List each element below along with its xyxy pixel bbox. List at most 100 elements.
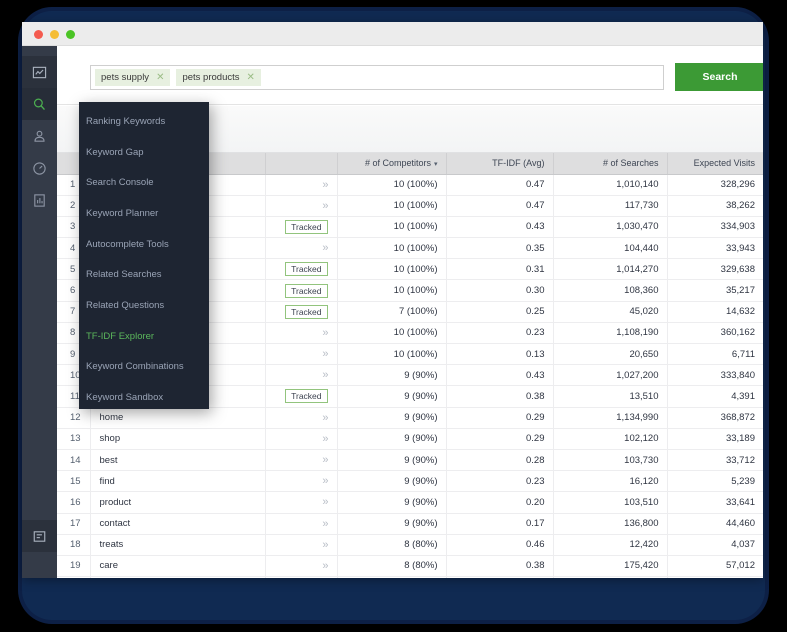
expand-row-icon[interactable]: » — [322, 327, 328, 339]
tracked-badge[interactable]: Tracked — [285, 304, 328, 319]
row-action-cell[interactable]: » — [265, 470, 338, 493]
menu-item-ranking-keywords[interactable]: Ranking Keywords — [79, 106, 209, 137]
table-row[interactable]: 18 treats » 8 (80%) 0.46 12,420 4,037 — [57, 534, 763, 556]
row-visits-cell: 33,712 — [667, 449, 763, 472]
row-competitors-cell: 10 (100%) — [337, 237, 447, 260]
table-row[interactable]: 14 best » 9 (90%) 0.28 103,730 33,712 — [57, 449, 763, 472]
row-action-cell[interactable]: » — [265, 428, 338, 450]
column-header-action[interactable] — [265, 153, 338, 175]
row-action-cell[interactable]: » — [265, 195, 338, 217]
menu-item-related-questions[interactable]: Related Questions — [79, 290, 209, 321]
column-header-visits[interactable]: Expected Visits — [667, 153, 763, 175]
column-header-tfidf[interactable]: TF-IDF (Avg) — [446, 153, 554, 175]
keyword-chip-label: pets products — [182, 72, 240, 83]
tracked-badge[interactable]: Tracked — [285, 219, 328, 234]
expand-row-icon[interactable]: » — [322, 433, 328, 445]
expand-row-icon[interactable]: » — [322, 412, 328, 424]
expand-row-icon[interactable]: » — [322, 560, 328, 572]
table-row[interactable]: 19 care» 8 (80%) 0.38 175,420 57,012 — [57, 555, 763, 578]
row-visits-cell: 329,638 — [667, 258, 763, 281]
column-header-competitors[interactable]: # of Competitors ▾ — [337, 153, 447, 175]
expand-row-icon[interactable]: » — [322, 369, 328, 381]
tracked-badge[interactable]: Tracked — [285, 283, 328, 298]
table-row[interactable]: 16 product » 9 (90%) 0.20 103,510 33,641 — [57, 491, 763, 514]
menu-item-keyword-gap[interactable]: Keyword Gap — [79, 137, 209, 168]
sidebar-item-reports[interactable] — [22, 184, 57, 216]
close-button[interactable] — [34, 30, 43, 39]
menu-item-search-console[interactable]: Search Console — [79, 167, 209, 198]
column-header-searches[interactable]: # of Searches — [553, 153, 668, 175]
tracked-badge[interactable]: Tracked — [285, 389, 328, 404]
search-button[interactable]: Search — [675, 63, 763, 91]
expand-row-icon[interactable]: » — [322, 475, 328, 487]
row-action-cell[interactable]: Tracked — [265, 385, 338, 408]
minimize-button[interactable] — [50, 30, 59, 39]
expand-row-icon[interactable]: » — [322, 242, 328, 254]
row-keyword-cell: shop — [90, 428, 266, 450]
menu-item-autocomplete-tools[interactable]: Autocomplete Tools — [79, 229, 209, 260]
keyword-chip[interactable]: pets supply ✕ — [95, 69, 171, 86]
row-action-cell[interactable]: » — [265, 322, 338, 345]
table-row[interactable]: 13 shop » 9 (90%) 0.29 102,120 33,189 — [57, 428, 763, 450]
search-header: pets supply ✕ pets products ✕ Search — [57, 46, 763, 105]
maximize-button[interactable] — [66, 30, 75, 39]
row-searches-cell: 20,650 — [553, 343, 668, 366]
sidebar-item-competitors[interactable] — [22, 120, 57, 152]
row-searches-cell: 13,510 — [553, 385, 668, 408]
row-competitors-cell: 10 (100%) — [337, 343, 447, 366]
sidebar-item-notes[interactable] — [22, 520, 57, 552]
row-action-cell[interactable]: » — [265, 174, 338, 196]
menu-item-keyword-combinations[interactable]: Keyword Combinations — [79, 352, 209, 383]
row-keyword-cell: contact — [90, 513, 266, 535]
row-tfidf-cell: 0.31 — [446, 258, 554, 281]
row-tfidf-cell: 0.47 — [446, 195, 554, 217]
expand-row-icon[interactable]: » — [322, 200, 328, 212]
sidebar-top-group — [22, 46, 57, 216]
row-action-cell[interactable]: » — [265, 534, 338, 556]
row-action-cell[interactable]: » — [265, 237, 338, 260]
close-icon[interactable]: ✕ — [247, 72, 255, 83]
row-visits-cell: 35,217 — [667, 279, 763, 302]
row-action-cell[interactable]: » — [265, 449, 338, 472]
row-action-cell[interactable]: Tracked — [265, 258, 338, 281]
menu-item-related-searches[interactable]: Related Searches — [79, 259, 209, 290]
menu-item-keyword-planner[interactable]: Keyword Planner — [79, 198, 209, 229]
row-tfidf-cell: 0.28 — [446, 449, 554, 472]
app-window: › pets supply ✕ pets products ✕ Search — [22, 22, 763, 578]
expand-row-icon[interactable]: » — [322, 348, 328, 360]
table-row[interactable]: 20health»8 (80%)0.34106,55034,629 — [57, 576, 763, 578]
expand-row-icon[interactable]: » — [322, 539, 328, 551]
row-index-cell: 15 — [57, 470, 91, 493]
row-competitors-cell: 9 (90%) — [337, 385, 447, 408]
expand-row-icon[interactable]: » — [322, 518, 328, 530]
keyword-chip[interactable]: pets products ✕ — [176, 69, 261, 86]
chevron-down-icon: ▾ — [433, 161, 438, 169]
menu-item-keyword-sandbox[interactable]: Keyword Sandbox — [79, 382, 209, 413]
sidebar-item-keyword-research[interactable] — [22, 88, 57, 120]
row-action-cell[interactable]: Tracked — [265, 301, 338, 323]
row-action-cell[interactable]: » — [265, 555, 338, 578]
sidebar-rail — [22, 46, 57, 578]
table-row[interactable]: 15 find » 9 (90%) 0.23 16,120 5,239 — [57, 470, 763, 493]
chart-box-icon — [32, 65, 47, 80]
sidebar-item-dashboard[interactable] — [22, 56, 57, 88]
row-action-cell[interactable]: Tracked — [265, 279, 338, 302]
row-action-cell[interactable]: » — [265, 407, 338, 429]
row-action-cell[interactable]: » — [265, 491, 338, 514]
row-keyword-cell: care — [90, 555, 266, 578]
row-action-cell[interactable]: » — [265, 364, 338, 387]
tracked-badge[interactable]: Tracked — [285, 262, 328, 277]
row-action-cell[interactable]: Tracked — [265, 216, 338, 239]
row-action-cell[interactable]: » — [265, 576, 338, 578]
row-searches-cell: 1,134,990 — [553, 407, 668, 429]
expand-row-icon[interactable]: » — [322, 496, 328, 508]
expand-row-icon[interactable]: » — [322, 179, 328, 191]
table-row[interactable]: 17 contact » 9 (90%) 0.17 136,800 44,460 — [57, 513, 763, 535]
close-icon[interactable]: ✕ — [156, 72, 164, 83]
row-action-cell[interactable]: » — [265, 513, 338, 535]
row-action-cell[interactable]: » — [265, 343, 338, 366]
sidebar-item-rank-tracking[interactable] — [22, 152, 57, 184]
expand-row-icon[interactable]: » — [322, 454, 328, 466]
keyword-search-input[interactable]: pets supply ✕ pets products ✕ — [90, 65, 664, 90]
menu-item-tf-idf-explorer[interactable]: TF-IDF Explorer — [79, 321, 209, 352]
